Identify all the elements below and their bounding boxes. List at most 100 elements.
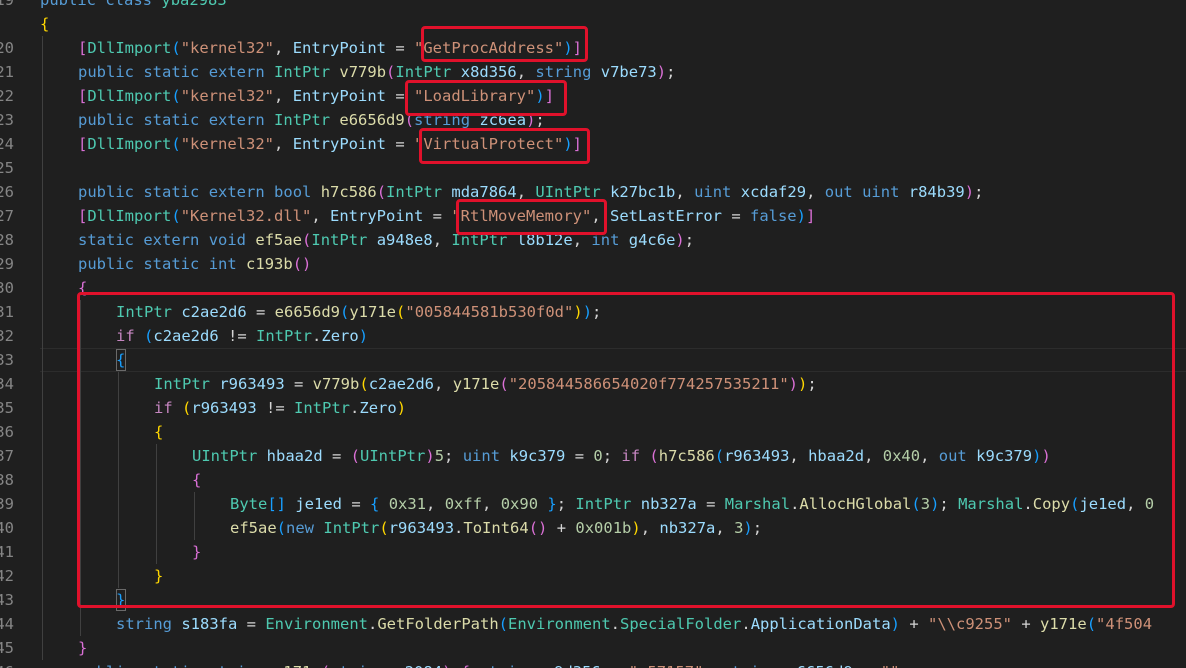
code-token: SetLastError (610, 207, 722, 225)
highlight-box-loadlibrary (405, 80, 567, 116)
code-token: static (143, 663, 199, 668)
code-token: k27bc1b (610, 183, 676, 201)
code-token: . (610, 615, 621, 633)
code-token: void (208, 231, 247, 249)
line-number: 46 (0, 660, 14, 668)
code-token: ( (498, 615, 509, 633)
code-line[interactable]: [DllImport("Kernel32.dll", EntryPoint = … (78, 204, 815, 228)
code-line[interactable]: } (78, 636, 87, 660)
code-token: static (143, 183, 200, 201)
code-token: ( (302, 231, 312, 249)
code-token: string (209, 663, 265, 668)
code-token: , (311, 207, 331, 225)
code-token: , (274, 87, 293, 105)
line-number: 24 (0, 135, 14, 153)
code-token: x2084 (395, 663, 442, 668)
code-token: ; (666, 63, 676, 81)
code-token: + (900, 615, 929, 633)
code-token: . (741, 615, 751, 633)
line-number: 41 (0, 543, 14, 561)
code-token: ) (796, 207, 806, 225)
code-token: extern (208, 111, 265, 129)
code-token: ; (703, 663, 722, 668)
code-token: string (535, 63, 592, 81)
code-token: class (105, 0, 153, 9)
line-number: 27 (0, 207, 14, 225)
code-token: IntPtr (274, 111, 331, 129)
line-number: 25 (0, 159, 14, 177)
code-token: uint (862, 183, 900, 201)
code-token: { (40, 15, 50, 33)
code-token: ( (1086, 615, 1097, 633)
line-number: 22 (0, 87, 14, 105)
code-token: GetFolderPath (377, 615, 499, 633)
line-number: 32 (0, 327, 14, 345)
code-token: public (78, 111, 134, 129)
code-token: static (143, 111, 200, 129)
code-line[interactable]: public static int c193b() (78, 252, 311, 276)
code-token: r84b39 (908, 183, 965, 201)
code-token: ) (675, 231, 685, 249)
code-token: } (78, 639, 88, 657)
highlight-box-getprocaddress (421, 26, 588, 62)
code-token: x9d356 (545, 663, 601, 668)
code-token: x8d356 (460, 63, 517, 81)
code-token: extern (208, 183, 265, 201)
code-token: "kernel32" (180, 87, 275, 105)
code-token: ef5ae (255, 231, 303, 249)
code-token: + (1012, 615, 1041, 633)
line-number: 28 (0, 231, 14, 249)
code-token: = (601, 663, 629, 668)
code-line[interactable]: public static extern IntPtr v779b(IntPtr… (78, 60, 675, 84)
code-token: () (292, 255, 312, 273)
code-token: string (330, 663, 386, 668)
code-token: [ (78, 135, 88, 153)
code-token: "a57157" (629, 663, 704, 668)
code-token: string (722, 663, 778, 668)
code-token: ( (171, 87, 181, 105)
code-token: EntryPoint (292, 39, 387, 57)
code-token: "4f504 (1096, 615, 1153, 633)
code-editor[interactable]: 19public class yba2983{20[DllImport("ker… (0, 0, 1186, 668)
code-token: e6656d9 (339, 111, 405, 129)
code-token: EntryPoint (292, 87, 387, 105)
code-token: bool (274, 183, 312, 201)
code-token: static (143, 63, 200, 81)
code-token: out (824, 183, 853, 201)
code-line[interactable]: string s183fa = Environment.GetFolderPat… (116, 612, 1152, 636)
code-token: public (40, 0, 96, 9)
code-token: DllImport (87, 39, 172, 57)
line-number (0, 12, 14, 36)
code-token: public (78, 255, 134, 273)
highlight-box-virtualprotect (419, 128, 590, 164)
code-line[interactable]: public static string y171e(string x2084)… (78, 660, 899, 668)
line-number: 43 (0, 591, 14, 609)
code-token: IntPtr (395, 63, 452, 81)
code-token: ; (684, 231, 695, 249)
line-number: 40 (0, 519, 14, 537)
code-token: y171e (274, 663, 321, 668)
code-token: static (78, 231, 134, 249)
line-number: 38 (0, 471, 14, 489)
code-token: uint (694, 183, 732, 201)
line-number: 23 (0, 111, 14, 129)
code-line[interactable]: public class yba2983 (40, 0, 227, 12)
indent-guide (42, 36, 43, 660)
code-token: ( (376, 183, 387, 201)
code-line[interactable]: { (40, 12, 49, 36)
line-number: 33 (0, 351, 14, 369)
code-token: = (853, 663, 881, 668)
code-token: ) (656, 63, 667, 81)
